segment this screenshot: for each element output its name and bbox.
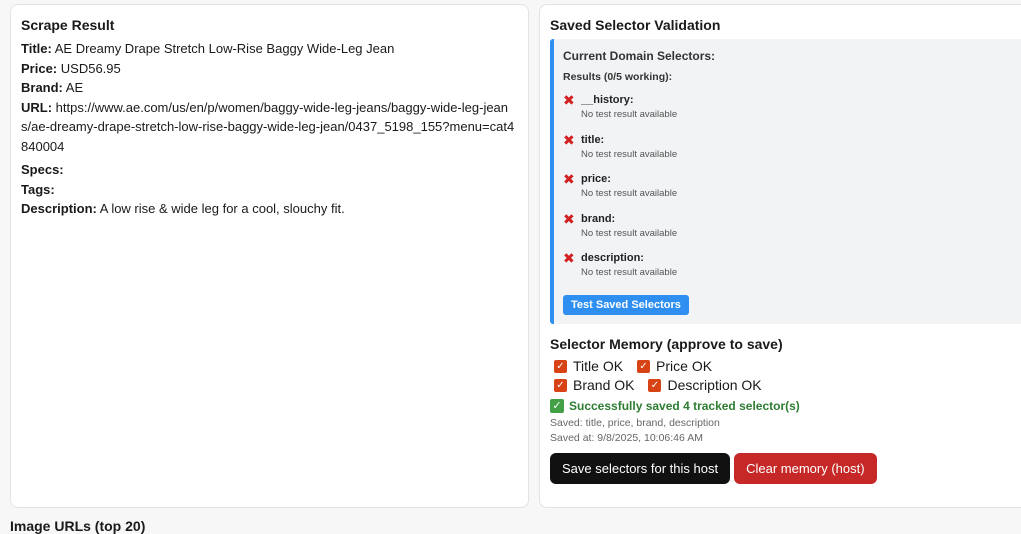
checkbox-label: Title OK <box>573 358 624 374</box>
validation-title: Saved Selector Validation <box>550 17 721 33</box>
scrape-result-title: Scrape Result <box>21 17 115 33</box>
selector-item: ✖ __history: No test result available <box>563 93 1021 127</box>
specs-label: Specs: <box>21 162 64 177</box>
checkbox-label: Brand OK <box>573 377 635 393</box>
results-summary: Results (0/5 working): <box>563 71 673 83</box>
selector-item: ✖ description: No test result available <box>563 251 1021 285</box>
price-label: Price: <box>21 60 58 76</box>
description-label: Description: <box>21 201 97 216</box>
success-text: Successfully saved 4 tracked selector(s) <box>569 399 800 413</box>
checkbox-checked-icon[interactable]: ✓ <box>554 359 567 373</box>
domain-selectors-label: Current Domain Selectors: <box>563 49 716 63</box>
selector-status: No test result available <box>581 188 678 199</box>
checkbox-description-ok[interactable]: ✓ Description OK <box>648 377 762 393</box>
checkbox-brand-ok[interactable]: ✓ Brand OK <box>554 377 634 393</box>
selector-name: brand: <box>581 212 616 225</box>
selector-name: __history: <box>581 94 634 106</box>
checkbox-label: Price OK <box>656 358 713 374</box>
field-url: URL: https://www.ae.com/us/en/p/women/ba… <box>21 98 516 157</box>
selector-item: ✖ price: No test result available <box>563 172 1021 206</box>
url-label: URL: <box>21 99 53 115</box>
field-title: Title: AE Dreamy Drape Stretch Low-Rise … <box>21 39 518 59</box>
checkbox-checked-icon[interactable]: ✓ <box>648 378 662 392</box>
selector-item: ✖ brand: No test result available <box>563 212 1021 246</box>
checkbox-title-ok[interactable]: ✓ Title OK <box>554 358 623 374</box>
memory-actions: Save selectors for this host Clear memor… <box>550 453 1021 484</box>
field-price: Price: USD56.95 <box>21 59 518 79</box>
brand-label: Brand: <box>21 80 63 95</box>
x-mark-icon: ✖ <box>563 171 575 187</box>
checkbox-label: Description OK <box>667 377 762 393</box>
selector-name: price: <box>581 173 611 185</box>
url-value: https://www.ae.com/us/en/p/women/baggy-w… <box>21 99 515 154</box>
saved-at-text: Saved at: 9/8/2025, 10:06:46 AM <box>550 432 703 444</box>
field-tags: Tags: <box>21 180 518 200</box>
selector-name: description: <box>581 252 644 264</box>
selector-name: title: <box>581 133 605 146</box>
success-message: ✓ Successfully saved 4 tracked selector(… <box>550 399 1021 413</box>
saved-fields-text: Saved: title, price, brand, description <box>550 417 720 429</box>
checkbox-row: ✓ Brand OK ✓ Description OK <box>554 377 1021 393</box>
x-mark-icon: ✖ <box>563 210 575 227</box>
selector-results-panel: Current Domain Selectors: Results (0/5 w… <box>550 39 1021 324</box>
description-value: A low rise & wide leg for a cool, slouch… <box>99 201 345 216</box>
test-saved-selectors-button[interactable]: Test Saved Selectors <box>563 294 689 315</box>
check-square-icon: ✓ <box>550 399 564 413</box>
selector-memory-title: Selector Memory (approve to save) <box>550 336 783 352</box>
scrape-result-card: Scrape Result Title: AE Dreamy Drape Str… <box>10 4 529 508</box>
clear-memory-button[interactable]: Clear memory (host) <box>734 453 877 484</box>
checkbox-price-ok[interactable]: ✓ Price OK <box>637 358 712 374</box>
title-value: AE Dreamy Drape Stretch Low-Rise Baggy W… <box>54 41 395 56</box>
x-mark-icon: ✖ <box>563 131 575 148</box>
selector-status: No test result available <box>581 148 678 160</box>
title-label: Title: <box>21 41 52 56</box>
price-value: USD56.95 <box>60 60 121 76</box>
brand-value: AE <box>65 80 84 95</box>
x-mark-icon: ✖ <box>563 92 575 108</box>
save-selectors-button[interactable]: Save selectors for this host <box>550 453 731 484</box>
x-mark-icon: ✖ <box>563 250 575 266</box>
selector-item: ✖ title: No test result available <box>563 133 1021 167</box>
checkbox-checked-icon[interactable]: ✓ <box>637 359 651 373</box>
field-specs: Specs: <box>21 160 518 180</box>
selector-status: No test result available <box>581 227 678 239</box>
field-brand: Brand: AE <box>21 78 518 98</box>
selector-status: No test result available <box>581 267 678 278</box>
field-description: Description: A low rise & wide leg for a… <box>21 199 518 219</box>
selector-status: No test result available <box>581 109 678 120</box>
checkbox-checked-icon[interactable]: ✓ <box>554 378 567 392</box>
checkbox-row: ✓ Title OK ✓ Price OK <box>554 358 1021 374</box>
validation-card: Saved Selector Validation Current Domain… <box>539 4 1021 508</box>
tags-label: Tags: <box>21 181 55 197</box>
